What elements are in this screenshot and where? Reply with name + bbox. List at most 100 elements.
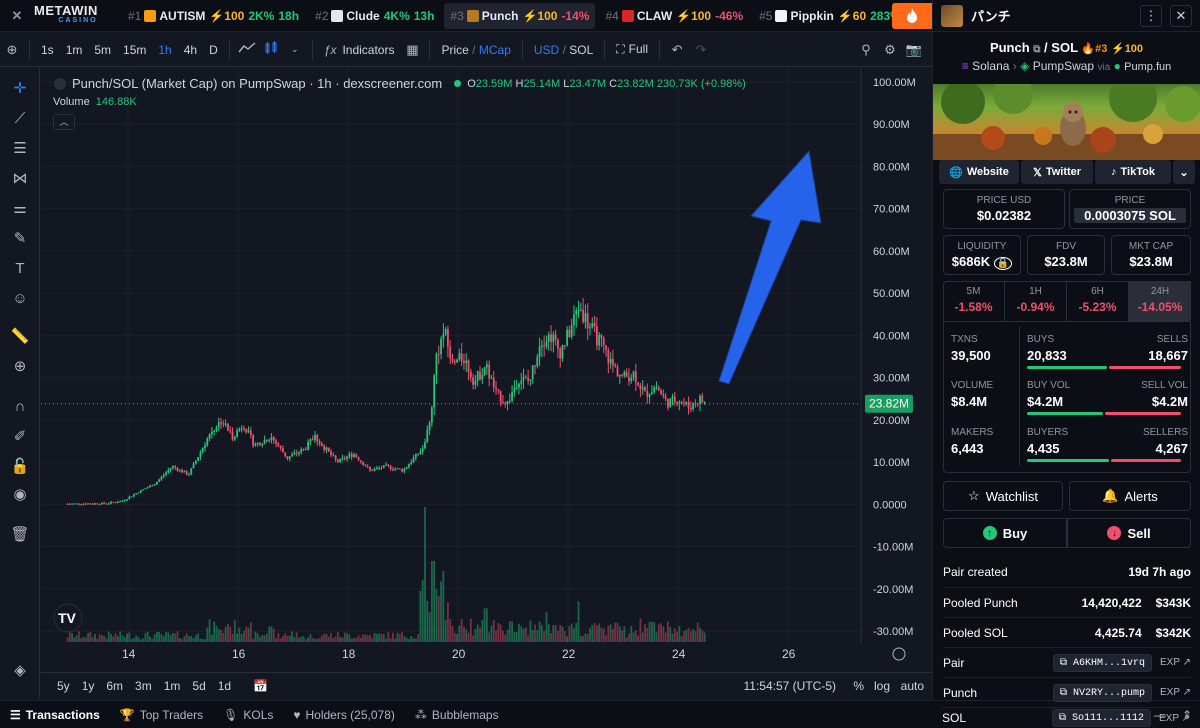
twitter-link[interactable]: 𝕏 Twitter (1021, 160, 1093, 184)
volume-bar (644, 624, 646, 642)
chart-settings-icon[interactable] (892, 647, 906, 661)
magnet-icon[interactable]: ∩ (8, 394, 32, 418)
interval-4h[interactable]: 4h (178, 43, 203, 57)
undo-icon[interactable]: ↶ (665, 42, 689, 58)
crosshair-icon[interactable]: ✛ (8, 76, 32, 100)
trending-fire-button[interactable] (892, 3, 932, 29)
change-tab-1h[interactable]: 1H -0.94% (1005, 281, 1067, 321)
layouts-grid-icon[interactable]: ▦ (400, 42, 424, 58)
eye-icon[interactable]: ◉ (8, 482, 32, 506)
emoji-icon[interactable]: ☺ (8, 286, 32, 310)
sol-explorer-link[interactable]: EXP ↗ (1159, 713, 1190, 724)
range-6m[interactable]: 6m (100, 679, 129, 693)
copy-icon[interactable]: ⧉ (1033, 44, 1040, 55)
candle-body (401, 469, 403, 472)
camera-snapshot-icon[interactable]: 📷 (902, 42, 926, 58)
range-5d[interactable]: 5d (186, 679, 211, 693)
sol-address-copy[interactable]: ⧉ So111...1112 (1051, 709, 1151, 727)
percent-scale-toggle[interactable]: % (853, 679, 864, 693)
ticker-change: 4K% (383, 8, 410, 23)
candle-body (382, 465, 385, 468)
buy-button[interactable]: ↑ Buy (943, 518, 1067, 548)
website-link[interactable]: 🌐 Website (939, 160, 1019, 184)
ruler-icon[interactable]: 📏 (8, 324, 32, 348)
interval-d[interactable]: D (203, 43, 224, 57)
ticker-item[interactable]: #2 Clude 4K% 13h (309, 3, 440, 29)
full-toggle[interactable]: ⛶ Full (610, 42, 654, 57)
change-tab-24h[interactable]: 24H -14.05% (1129, 281, 1191, 321)
close-icon[interactable]: ✕ (1170, 4, 1192, 27)
watchlist-button[interactable]: ☆ Watchlist (943, 481, 1063, 511)
token-address-copy[interactable]: ⧉ NV2RY...pump (1052, 683, 1152, 702)
change-tab-5m[interactable]: 5M -1.58% (943, 281, 1005, 321)
sell-button[interactable]: ↓ Sell (1067, 518, 1191, 548)
trash-icon[interactable]: 🗑 (8, 522, 32, 546)
pair-explorer-link[interactable]: EXP ↗ (1160, 657, 1191, 668)
trend-line-icon[interactable]: ⟋ (8, 106, 32, 130)
add-symbol-icon[interactable]: ⊕ (0, 42, 24, 58)
quick-search-icon[interactable]: ⚲ (854, 42, 878, 58)
chart-canvas[interactable]: 100.00M 90.00M 80.00M 70.00M 60.00M 50.00M 40.… (41, 68, 932, 672)
range-1m[interactable]: 1m (158, 679, 187, 693)
lock-drawings-icon[interactable]: ✐ (8, 424, 32, 448)
volume-bar (162, 635, 165, 642)
price-chart[interactable]: 100.00M 90.00M 80.00M 70.00M 60.00M 50.00M 40.… (41, 68, 932, 698)
pattern-icon[interactable]: ⋈ (8, 166, 32, 190)
text-tool-icon[interactable]: T (8, 256, 32, 280)
candles-icon[interactable] (259, 41, 283, 58)
launchpad-name[interactable]: Pump.fun (1124, 61, 1171, 73)
more-links-button[interactable]: ⌄ (1173, 160, 1195, 184)
volume-bar (508, 621, 511, 642)
collapse-legend-button[interactable]: ︿ (53, 114, 75, 130)
interval-1s[interactable]: 1s (35, 43, 60, 57)
ticker-item[interactable]: #5 Pippkin ⚡60 283% (753, 3, 911, 29)
range-5y[interactable]: 5y (51, 679, 76, 693)
chevron-down-icon[interactable]: ⌄ (283, 44, 307, 55)
tab-top[interactable]: 🏆 Top Traders (110, 708, 213, 722)
line-chart-icon[interactable] (235, 42, 259, 57)
more-options-icon[interactable]: ⋮ (1140, 4, 1162, 27)
candle-body (465, 360, 468, 364)
tab-bubblemaps[interactable]: ⁂ Bubblemaps (405, 708, 509, 722)
chain-name[interactable]: Solana (972, 59, 1009, 73)
brush-icon[interactable]: ✎ (8, 226, 32, 250)
price-mcap-toggle[interactable]: Price / MCap (435, 43, 516, 57)
auto-scale-toggle[interactable]: auto (901, 679, 924, 693)
interval-1h[interactable]: 1h (152, 43, 177, 57)
redo-icon[interactable]: ↷ (689, 42, 713, 58)
candle-body (410, 462, 413, 465)
range-1d[interactable]: 1d (212, 679, 237, 693)
horizontal-lines-icon[interactable]: ☰ (8, 136, 32, 160)
layers-icon[interactable]: ◈ (8, 658, 32, 682)
dex-name[interactable]: PumpSwap (1033, 59, 1094, 73)
change-tab-6h[interactable]: 6H -5.23% (1067, 281, 1129, 321)
range-3m[interactable]: 3m (129, 679, 158, 693)
interval-1m[interactable]: 1m (60, 43, 89, 57)
log-scale-toggle[interactable]: log (874, 679, 890, 693)
range-1y[interactable]: 1y (76, 679, 101, 693)
ticker-item[interactable]: #3 Punch ⚡100 -14% (444, 2, 596, 29)
txns-label: TXNS (951, 334, 978, 345)
date-range-icon[interactable]: 📅 (253, 679, 268, 693)
tiktok-link[interactable]: ♪ TikTok (1095, 160, 1171, 184)
tab-holders[interactable]: ♥ Holders (25,078) (283, 708, 405, 722)
alerts-button[interactable]: 🔔 Alerts (1069, 481, 1191, 511)
currency-toggle[interactable]: USD / SOL (528, 43, 599, 57)
settings-gear-icon[interactable]: ⚙ (878, 42, 902, 58)
fib-icon[interactable]: ⚌ (8, 196, 32, 220)
volume-bar (185, 633, 188, 642)
pair-address-copy[interactable]: ⧉ A6KHM...1vrq (1052, 653, 1152, 672)
zoom-in-icon[interactable]: ⊕ (8, 354, 32, 378)
token-explorer-link[interactable]: EXP ↗ (1160, 687, 1191, 698)
lock-icon[interactable]: 🔓 (8, 454, 32, 478)
dexscreener-logo[interactable]: ✕ (0, 8, 34, 24)
tab-transactions[interactable]: ☰ Transactions (0, 708, 110, 722)
ticker-item[interactable]: #4 CLAW ⚡100 -46% (599, 3, 749, 29)
metawin-ad[interactable]: METAWIN CASINO (34, 4, 122, 26)
interval-15m[interactable]: 15m (117, 43, 152, 57)
interval-5m[interactable]: 5m (88, 43, 117, 57)
ticker-item[interactable]: #1 AUTISM ⚡100 2K% 18h (122, 3, 305, 29)
indicators-button[interactable]: ƒx Indicators (318, 43, 401, 57)
tab-kols[interactable]: 🎙 KOLs (213, 708, 283, 722)
price-option: Price (441, 42, 469, 57)
